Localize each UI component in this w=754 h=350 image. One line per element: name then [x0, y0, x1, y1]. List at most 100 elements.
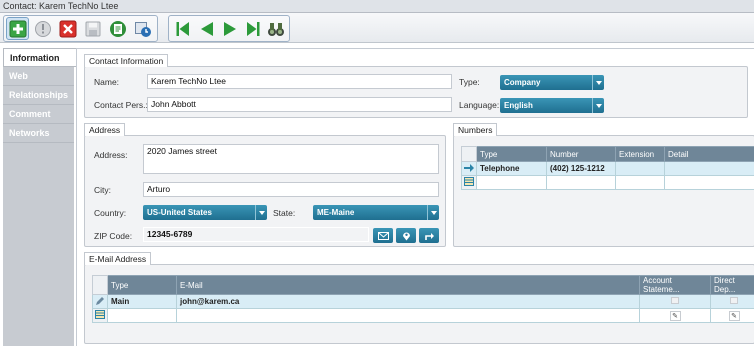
account-statement-cell[interactable] [639, 294, 711, 309]
language-select[interactable]: English [500, 98, 604, 113]
row-indicator-header [92, 275, 108, 295]
sidebar-item-comment[interactable]: Comment [3, 105, 74, 124]
sidebar-item-networks[interactable]: Networks [3, 124, 74, 143]
save-icon [85, 21, 100, 36]
address-label: Address: [94, 150, 128, 160]
window-title: Contact: Karem TechNo Ltee [0, 0, 754, 13]
language-label: Language: [459, 100, 500, 110]
save-button[interactable] [81, 17, 104, 40]
next-icon [223, 21, 236, 36]
number-extension-cell[interactable] [615, 161, 665, 176]
new-row-cell[interactable] [476, 175, 547, 190]
zip-field[interactable]: 12345-6789 [143, 227, 369, 242]
email-address-button[interactable] [373, 228, 393, 243]
new-row-cell[interactable] [176, 308, 640, 323]
column-header[interactable]: Extension [615, 146, 665, 162]
previous-record-button[interactable] [195, 17, 218, 40]
column-header[interactable]: Type [476, 146, 547, 162]
state-select[interactable]: ME-Maine [313, 205, 439, 220]
address-field[interactable]: 2020 James street [143, 144, 439, 174]
new-row[interactable]: ✎ ✎ [92, 308, 754, 323]
last-icon [246, 21, 259, 36]
last-record-button[interactable] [241, 17, 264, 40]
column-header[interactable]: Type [107, 275, 177, 295]
email-type-cell[interactable]: Main [107, 294, 177, 309]
account-statement-edit-cell[interactable]: ✎ [639, 308, 711, 323]
type-select[interactable]: Company [500, 75, 604, 90]
direct-deposit-edit-cell[interactable]: ✎ [710, 308, 754, 323]
sidebar-item-information[interactable]: Information [3, 48, 76, 67]
column-header[interactable]: Account Stateme... [639, 275, 711, 295]
table-row[interactable]: Main john@karem.ca [92, 294, 754, 309]
delete-icon [59, 20, 76, 37]
new-row-cell[interactable] [546, 175, 616, 190]
new-row-cell[interactable] [615, 175, 665, 190]
contact-person-field[interactable]: John Abbott [147, 97, 452, 112]
column-header[interactable]: E-Mail [176, 275, 640, 295]
column-header[interactable]: Direct Dep... [710, 275, 754, 295]
info-button[interactable] [31, 17, 54, 40]
numbers-grid: Type Number Extension Detail Telephone (… [461, 146, 754, 190]
edit-icon[interactable]: ✎ [728, 310, 740, 321]
new-row-cell[interactable] [664, 175, 754, 190]
row-indicator-header [461, 146, 477, 162]
email-value-cell[interactable]: john@karem.ca [176, 294, 640, 309]
envelope-icon [377, 231, 389, 240]
pencil-icon [96, 296, 104, 305]
new-row-indicator [461, 175, 477, 190]
numbers-section: Numbers Type Number Extension Detail Tel… [453, 123, 754, 247]
notes-icon [109, 20, 126, 37]
history-button[interactable] [131, 17, 154, 40]
table-row[interactable]: Telephone (402) 125-1212 [461, 161, 754, 176]
contact-person-label: Contact Pers.: [94, 100, 148, 110]
section-title: Numbers [453, 123, 498, 136]
city-label: City: [94, 185, 111, 195]
email-section: E-Mail Address Type E-Mail Account State… [84, 252, 754, 344]
first-record-button[interactable] [171, 17, 194, 40]
number-detail-cell[interactable] [664, 161, 754, 176]
direct-deposit-checkbox[interactable] [730, 297, 738, 304]
next-record-button[interactable] [218, 17, 241, 40]
name-label: Name: [94, 77, 120, 87]
sidebar-item-relationships[interactable]: Relationships [3, 86, 74, 105]
name-field[interactable]: Karem TechNo Ltee [147, 74, 452, 89]
number-type-cell[interactable]: Telephone [476, 161, 547, 176]
sidebar-item-web[interactable]: Web [3, 67, 74, 86]
directions-button[interactable] [419, 228, 439, 243]
country-select-value: US-United States [147, 208, 212, 217]
add-icon [9, 20, 26, 37]
add-button[interactable] [6, 17, 29, 40]
number-value-cell[interactable]: (402) 125-1212 [546, 161, 616, 176]
sidebar: Information Web Relationships Comment Ne… [3, 48, 76, 346]
section-title: Contact Information [84, 54, 169, 67]
edit-row-indicator [92, 294, 108, 309]
type-label: Type: [459, 77, 480, 87]
new-row-cell[interactable] [107, 308, 177, 323]
delete-button[interactable] [56, 17, 79, 40]
country-select[interactable]: US-United States [143, 205, 267, 220]
find-button[interactable] [264, 17, 287, 40]
language-select-value: English [504, 101, 533, 110]
state-label: State: [273, 208, 296, 218]
chevron-down-icon [592, 98, 604, 113]
edit-icon[interactable]: ✎ [669, 310, 681, 321]
info-icon [34, 20, 51, 37]
column-header[interactable]: Number [546, 146, 616, 162]
chevron-down-icon [427, 205, 439, 220]
account-statement-checkbox[interactable] [671, 297, 679, 304]
city-field[interactable]: Arturo [143, 182, 439, 197]
notes-button[interactable] [106, 17, 129, 40]
section-title: E-Mail Address [84, 252, 152, 265]
toolbar [0, 13, 754, 43]
map-pin-icon [402, 232, 410, 240]
country-label: Country: [94, 208, 127, 218]
turn-right-icon [424, 232, 434, 240]
map-location-button[interactable] [396, 228, 416, 243]
new-row[interactable] [461, 175, 754, 190]
column-header[interactable]: Detail [664, 146, 754, 162]
direct-deposit-cell[interactable] [710, 294, 754, 309]
main-content: Contact Information Name: Karem TechNo L… [76, 48, 754, 346]
contact-information-section: Contact Information Name: Karem TechNo L… [84, 54, 748, 118]
section-title: Address [84, 123, 126, 136]
address-section: Address Address: 2020 James street City:… [84, 123, 446, 247]
